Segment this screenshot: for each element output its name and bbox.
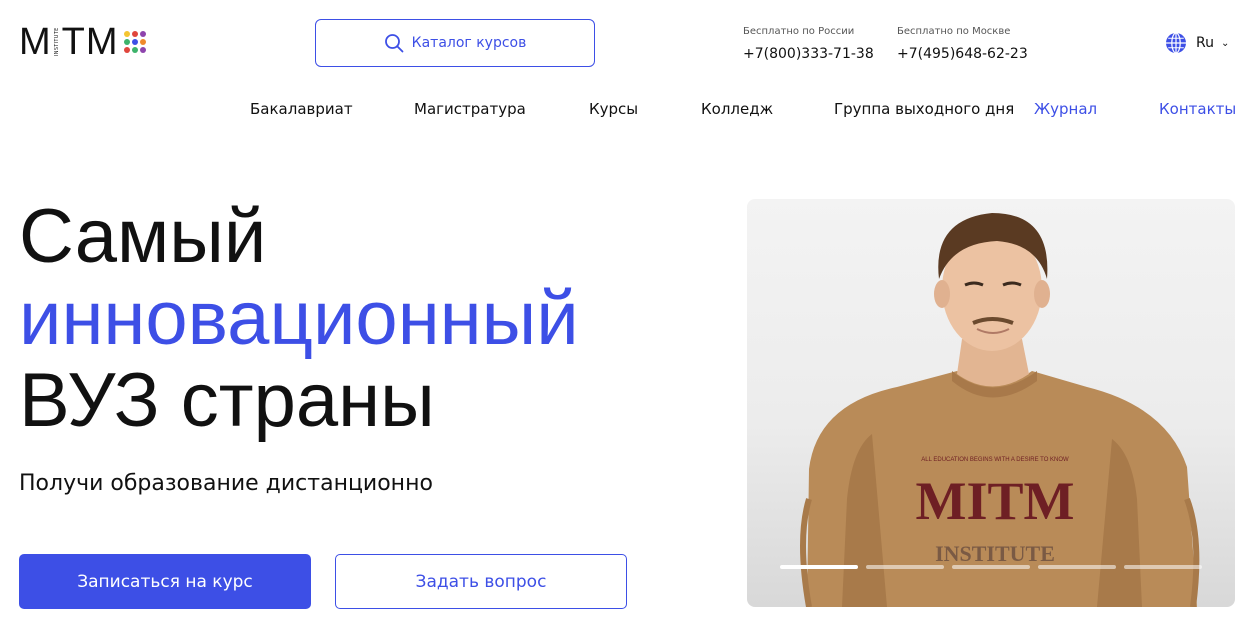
slider-pagination — [780, 565, 1202, 569]
hero-title-line2: инновационный — [19, 276, 579, 361]
sweatshirt-institute-text: INSTITUTE — [935, 541, 1055, 566]
logo-dots-icon — [123, 31, 146, 53]
phone-moscow: Бесплатно по Москве +7(495)648-62-23 — [897, 26, 1028, 62]
globe-icon — [1166, 32, 1186, 54]
phone-russia: Бесплатно по России +7(800)333-71-38 — [743, 26, 874, 62]
nav-weekend-group[interactable]: Группа выходного дня — [834, 100, 1014, 118]
main-nav: Бакалавриат Магистратура Курсы Колледж Г… — [0, 100, 1256, 120]
logo-letter-m: M — [19, 21, 52, 63]
slider-dot[interactable] — [952, 565, 1030, 569]
phone-russia-label: Бесплатно по России — [743, 26, 855, 37]
nav-journal[interactable]: Журнал — [1034, 100, 1097, 118]
hero-title-line3: ВУЗ страны — [19, 358, 435, 443]
language-label: Ru — [1196, 35, 1214, 51]
hero-subtitle: Получи образование дистанционно — [19, 471, 433, 496]
slider-dot[interactable] — [780, 565, 858, 569]
catalog-button[interactable]: Каталог курсов — [315, 19, 595, 67]
slider-dot[interactable] — [1038, 565, 1116, 569]
hero-title: Самый инновационный ВУЗ страны — [19, 196, 579, 442]
chevron-down-icon: ⌄ — [1220, 37, 1230, 49]
student-photo: ALL EDUCATION BEGINS WITH A DESIRE TO KN… — [800, 213, 1200, 607]
nav-bachelor[interactable]: Бакалавриат — [250, 100, 353, 118]
nav-courses[interactable]: Курсы — [589, 100, 638, 118]
language-selector[interactable]: Ru ⌄ — [1165, 32, 1229, 54]
logo-institute-text: INSTITUTE — [53, 27, 60, 57]
nav-master[interactable]: Магистратура — [414, 100, 526, 118]
search-icon — [384, 34, 404, 53]
hero-slider[interactable]: ALL EDUCATION BEGINS WITH A DESIRE TO KN… — [747, 199, 1235, 607]
sweatshirt-mitm-text: MITM — [916, 471, 1075, 531]
nav-contacts[interactable]: Контакты — [1159, 100, 1236, 118]
phone-moscow-number[interactable]: +7(495)648-62-23 — [897, 46, 1028, 62]
phone-russia-number[interactable]: +7(800)333-71-38 — [743, 46, 874, 62]
sweatshirt-small-text: ALL EDUCATION BEGINS WITH A DESIRE TO KN… — [921, 457, 1069, 463]
site-logo[interactable]: M INSTITUTE TM — [19, 21, 169, 63]
ask-question-button[interactable]: Задать вопрос — [335, 554, 627, 609]
enroll-button[interactable]: Записаться на курс — [19, 554, 311, 609]
phone-moscow-label: Бесплатно по Москве — [897, 26, 1011, 37]
slider-dot[interactable] — [1124, 565, 1202, 569]
slider-dot[interactable] — [866, 565, 944, 569]
catalog-label: Каталог курсов — [411, 35, 527, 51]
nav-college[interactable]: Колледж — [701, 100, 773, 118]
logo-letters-tm: TM — [61, 21, 119, 63]
hero-title-line1: Самый — [19, 194, 267, 279]
